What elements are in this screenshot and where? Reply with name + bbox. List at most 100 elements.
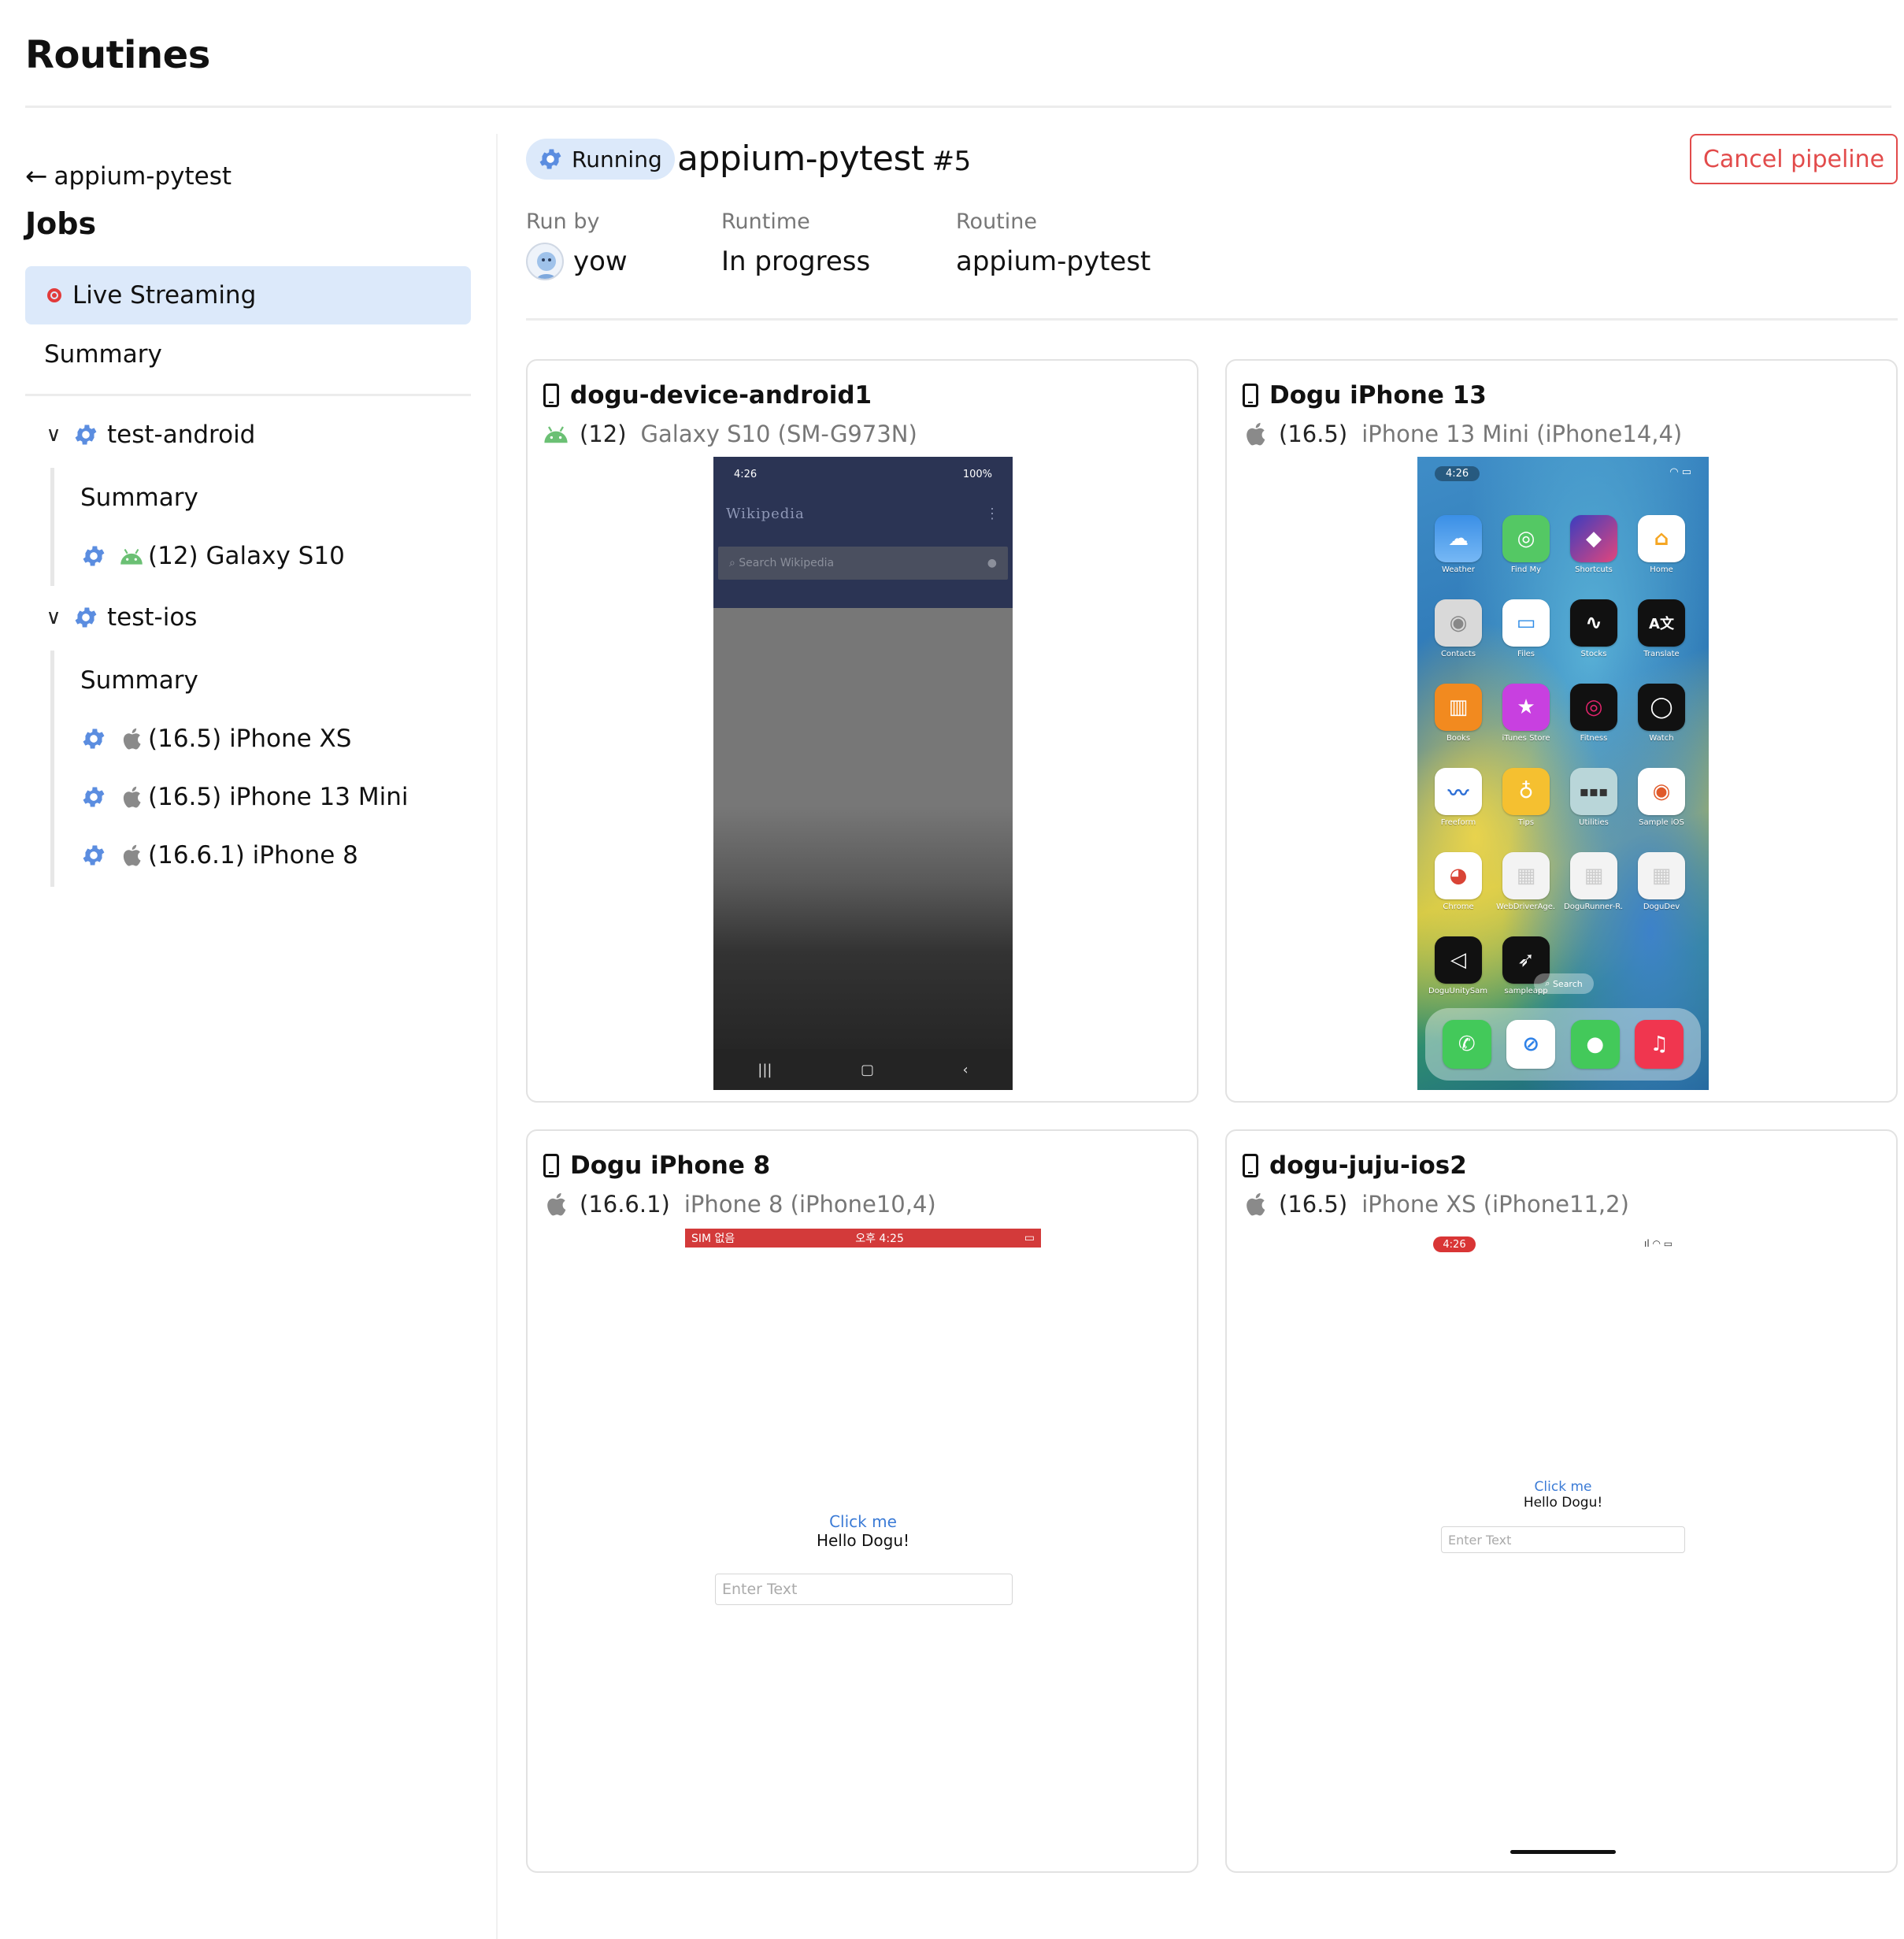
job-summary-test-android[interactable]: Summary [80,480,198,515]
device-name: Dogu iPhone 13 [1269,381,1487,410]
routine-label: Routine [956,209,1037,234]
messages-icon[interactable]: ● [1570,1020,1620,1069]
job-group-label: test-android [107,421,256,449]
ios-status-bar: 4:26 ◠ ▭ [1435,466,1691,481]
recents-icon[interactable]: ||| [758,1062,772,1078]
app-dogu-unity-sample[interactable]: ◁DoguUnitySample [1428,936,1488,995]
music-icon[interactable]: ♫ [1635,1020,1684,1069]
search-input[interactable]: ⌕ Search Wikipedia ● [718,547,1008,580]
home-indicator [1510,1850,1616,1854]
job-device-iphone-13-mini[interactable]: (16.5) iPhone 13 Mini [80,780,408,814]
app-contacts[interactable]: ◉ Contacts [1435,599,1482,658]
avatar[interactable] [526,243,564,280]
status-time: 오후 4:25 [855,1233,904,1245]
enter-text-input[interactable]: Enter Text [715,1574,1013,1605]
os-version: (16.5) [1279,1191,1348,1218]
apple-icon [118,727,145,751]
app-find-my[interactable]: ◎ Find My [1502,515,1550,574]
device-card-iphone-8: Dogu iPhone 8 (16.6.1) iPhone 8 (iPhone1… [526,1129,1198,1873]
enter-text-input[interactable]: Enter Text [1441,1526,1685,1553]
job-summary-test-ios[interactable]: Summary [80,663,198,698]
device-stream-screen[interactable]: 4:26 ◠ ▭ ☁ Weather ◎ Find My ◆ Shortcuts ⌂ H… [1417,457,1709,1090]
app-chrome[interactable]: ◕ Chrome [1435,852,1482,911]
device-stream-screen[interactable]: Click me Hello Dogu! Enter Text [685,1249,1041,1848]
app-files[interactable]: ▭ Files [1502,599,1550,658]
app-itunes-store[interactable]: ★ iTunes Store [1502,684,1550,743]
app-shortcuts[interactable]: ◆ Shortcuts [1570,515,1617,574]
apple-icon [1241,1192,1269,1217]
more-vert-icon[interactable]: ⋮ [985,506,1000,522]
android-status-bar: 4:26 100% [713,457,1013,491]
battery-icon: ▭ [1024,1232,1035,1244]
app-stocks[interactable]: ∿ Stocks [1570,599,1617,658]
back-link[interactable]: ← appium-pytest [25,161,232,192]
device-card-title: dogu-device-android1 [543,378,872,413]
phone-icon [543,384,559,407]
cancel-pipeline-button[interactable]: Cancel pipeline [1690,134,1898,184]
phone-app-icon[interactable]: ✆ [1442,1020,1491,1069]
app-title: Wikipedia [726,505,805,522]
hello-label: Hello Dogu! [1523,1495,1603,1511]
job-device-label: (16.5) iPhone XS [148,725,352,753]
main-divider [526,318,1898,321]
tree-line [50,468,54,586]
device-card-iphone-xs: dogu-juju-ios2 (16.5) iPhone XS (iPhone1… [1225,1129,1898,1873]
ios-status-bar: SIM 없음 오후 4:25 ▭ [685,1229,1041,1248]
apple-icon [1241,421,1269,447]
job-device-iphone-xs[interactable]: (16.5) iPhone XS [80,721,351,756]
app-freeform[interactable]: 〰 Freeform [1435,768,1482,827]
job-device-label: (16.5) iPhone 13 Mini [148,783,409,811]
microphone-icon[interactable]: ● [987,557,997,569]
safari-icon[interactable]: ⊘ [1506,1020,1556,1069]
app-home[interactable]: ⌂ Home [1638,515,1685,574]
device-model: Galaxy S10 (SM-G973N) [640,421,917,447]
app-webdriveragent[interactable]: ▦ WebDriverAge... [1496,852,1556,911]
click-me-button[interactable]: Click me [1416,1479,1710,1495]
device-model: iPhone 8 (iPhone10,4) [683,1191,936,1218]
search-icon: ⌕ [729,557,735,569]
device-stream-screen[interactable]: Click me Hello Dogu! Enter Text [1416,1229,1710,1859]
run-by-label: Run by [526,209,600,234]
wikipedia-app-bar: Wikipedia ⋮ [713,491,1013,536]
app-grid: ☁ Weather ◎ Find My ◆ Shortcuts ⌂ Home ◉ Cont… [1428,515,1695,995]
job-group-test-ios[interactable]: ∨ test-ios [44,600,197,635]
job-group-test-android[interactable]: ∨ test-android [44,417,255,452]
app-dogurunner[interactable]: ▦ DoguRunner-R... [1564,852,1624,911]
app-weather[interactable]: ☁ Weather [1435,515,1482,574]
device-model: iPhone 13 Mini (iPhone14,4) [1361,421,1683,447]
status-battery: 100% [962,468,992,480]
app-sample-ios[interactable]: ◉ Sample iOS [1638,768,1685,827]
app-fitness[interactable]: ◎ Fitness [1570,684,1617,743]
device-info: (16.6.1) iPhone 8 (iPhone10,4) [542,1188,936,1221]
pipeline-name: appium-pytest [677,139,924,179]
tree-line [50,651,54,887]
device-name: dogu-device-android1 [570,381,872,410]
sidebar-item-live-streaming[interactable]: Live Streaming [25,266,471,324]
back-icon[interactable]: ‹ [963,1062,969,1078]
search-label: Search [1552,978,1583,989]
click-me-button[interactable]: Click me [685,1512,1041,1531]
routine-value: appium-pytest [956,246,1151,277]
home-search-button[interactable]: ⌕ Search [1534,973,1594,994]
page-title: Routines [25,33,210,77]
sidebar-item-summary[interactable]: Summary [44,340,162,369]
job-summary-label: Summary [80,484,198,512]
gear-icon [537,146,564,172]
job-group-label: test-ios [107,603,198,632]
app-dogudev[interactable]: ▦ DoguDev [1638,852,1685,911]
signal-wifi-battery-icon: ıl ◠ ▭ [1644,1238,1673,1249]
device-stream-screen[interactable]: 4:26 100% Wikipedia ⋮ ⌕ Search Wikipedia… [713,457,1013,1090]
app-utilities[interactable]: ▪▪▪ Utilities [1570,768,1617,827]
job-device-galaxy-s10[interactable]: (12) Galaxy S10 [80,539,345,573]
app-tips[interactable]: ♁ Tips [1502,768,1550,827]
app-watch[interactable]: ◯ Watch [1638,684,1685,743]
app-translate[interactable]: A文 Translate [1638,599,1685,658]
runtime-label: Runtime [721,209,810,234]
content-area [713,608,1013,1049]
job-device-iphone-8[interactable]: (16.6.1) iPhone 8 [80,838,358,873]
os-version: (12) [580,421,627,447]
gear-icon [80,543,107,569]
app-books[interactable]: ▥ Books [1435,684,1482,743]
gear-icon [72,421,99,448]
home-icon[interactable]: ▢ [861,1062,874,1078]
